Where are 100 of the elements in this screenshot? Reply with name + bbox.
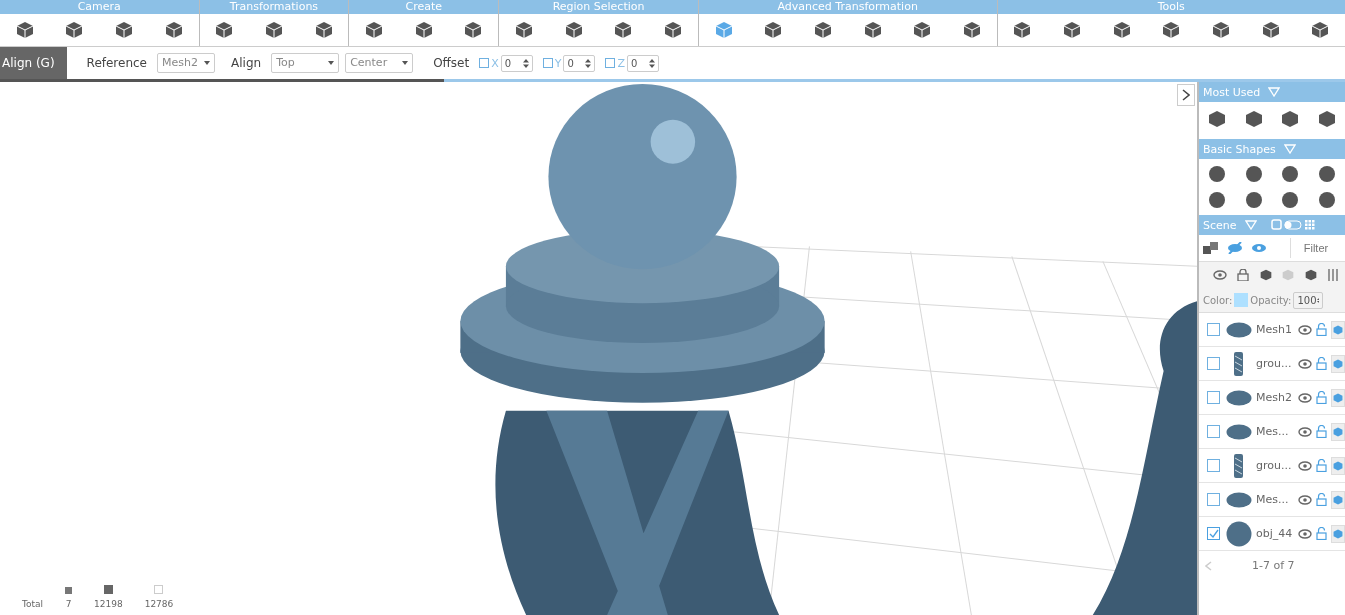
cube-icon[interactable] — [1304, 269, 1317, 281]
color-swatch[interactable] — [1234, 293, 1249, 307]
cube-icon — [1112, 21, 1131, 39]
cube-icon[interactable] — [1208, 110, 1227, 128]
shape-icon[interactable] — [1281, 191, 1300, 209]
toolbar-group-title: Region Selection — [499, 0, 698, 14]
cube-icon — [664, 21, 682, 39]
opacity-spinner[interactable]: 100 — [1293, 291, 1324, 309]
material-button[interactable] — [1331, 490, 1345, 509]
checkbox[interactable] — [1207, 459, 1220, 472]
cube-icon — [813, 21, 832, 39]
axis-label: Y — [554, 56, 562, 70]
eye-icon[interactable] — [1298, 494, 1312, 505]
offset-spinner[interactable]: 0 — [627, 54, 659, 72]
square-icon — [65, 587, 73, 594]
checkbox[interactable] — [542, 58, 553, 68]
material-button[interactable] — [1331, 456, 1345, 475]
cube-icon — [365, 21, 384, 39]
shape-icon[interactable] — [1317, 191, 1336, 209]
material-button[interactable] — [1331, 422, 1345, 441]
unlock-icon[interactable] — [1316, 425, 1327, 438]
checkbox[interactable] — [1207, 493, 1220, 506]
eye-icon[interactable] — [1298, 392, 1312, 403]
unlock-icon[interactable] — [1316, 323, 1327, 336]
cube-icon[interactable] — [1281, 110, 1300, 128]
object-name[interactable]: Mes... — [1256, 425, 1294, 438]
cube-icon — [15, 21, 34, 39]
material-button[interactable] — [1331, 388, 1345, 407]
cube-icon — [1162, 21, 1181, 39]
unlock-icon[interactable] — [1316, 493, 1327, 506]
cube-icon — [264, 21, 283, 39]
cube-icon — [115, 21, 134, 39]
align-dropdown[interactable]: Top — [271, 53, 340, 73]
shape-icon[interactable] — [1208, 165, 1227, 183]
unlock-icon[interactable] — [1316, 357, 1327, 370]
eye-icon[interactable] — [1298, 426, 1312, 437]
cube-icon[interactable] — [1244, 110, 1263, 128]
object-name[interactable]: Mes... — [1256, 493, 1294, 506]
shapes-icon[interactable] — [1203, 242, 1219, 254]
checkbox[interactable] — [1207, 527, 1220, 540]
color-label: Color: — [1203, 294, 1233, 306]
eye-icon[interactable] — [1298, 358, 1312, 369]
checkbox[interactable] — [1207, 323, 1220, 336]
pagination-text: 1-7 of 7 — [1252, 559, 1295, 572]
toolbar-group-title: Tools — [997, 0, 1345, 14]
material-button[interactable] — [1331, 524, 1345, 543]
cube-icon — [215, 21, 234, 39]
stat-value: 12786 — [144, 599, 174, 609]
reference-dropdown[interactable]: Mesh2 — [157, 53, 215, 73]
shape-icon[interactable] — [1244, 191, 1263, 209]
cube-icon — [314, 21, 333, 39]
object-name[interactable]: Mesh2 — [1256, 391, 1294, 404]
triangle-down-icon — [1244, 220, 1257, 230]
shape-icon[interactable] — [1317, 165, 1336, 183]
shape-icon[interactable] — [1281, 165, 1300, 183]
mode-tab[interactable]: Align (G) — [0, 47, 67, 79]
object-name[interactable]: grou... — [1256, 459, 1294, 472]
cube-icon[interactable] — [1317, 110, 1336, 128]
eye-icon[interactable] — [1251, 242, 1267, 254]
collapse-button[interactable] — [1177, 84, 1195, 106]
toolbar-group-title: Create — [349, 0, 499, 14]
offset-spinner[interactable]: 0 — [563, 54, 596, 72]
sliders-icon[interactable] — [1326, 269, 1339, 281]
cube-icon[interactable] — [1259, 269, 1272, 281]
lock-icon[interactable] — [1237, 269, 1250, 281]
toolbar-group-title: Transformations — [199, 0, 349, 14]
object-name[interactable]: obj_44 — [1256, 527, 1294, 540]
axis-label: X — [491, 56, 499, 70]
cube-icon — [564, 21, 583, 39]
material-button[interactable] — [1331, 354, 1345, 373]
hidden-icon[interactable] — [1227, 242, 1243, 254]
cube-icon — [962, 21, 981, 39]
shape-icon[interactable] — [1208, 191, 1227, 209]
shape-icon[interactable] — [1244, 165, 1263, 183]
offset-spinner[interactable]: 0 — [500, 54, 533, 72]
unlock-icon[interactable] — [1316, 527, 1327, 540]
align-dropdown[interactable]: Center — [345, 53, 414, 73]
toggle-icon[interactable] — [1270, 219, 1315, 231]
cube-icon — [464, 21, 483, 39]
offset-label: Offset — [433, 56, 470, 70]
checkbox[interactable] — [1207, 425, 1220, 438]
eye-icon[interactable] — [1298, 528, 1312, 539]
eye-icon[interactable] — [1298, 324, 1312, 335]
object-name[interactable]: Mesh1 — [1256, 323, 1294, 336]
unlock-icon[interactable] — [1316, 459, 1327, 472]
eye-icon[interactable] — [1298, 460, 1312, 471]
align-label: Align — [231, 56, 262, 70]
unlock-icon[interactable] — [1316, 391, 1327, 404]
cube-icon — [1311, 21, 1330, 39]
disc-thumbnail-icon — [1226, 423, 1252, 440]
checkbox[interactable] — [1207, 391, 1220, 404]
toolbar-group-title: Advanced Transformation — [698, 0, 997, 14]
checkbox[interactable] — [479, 58, 490, 68]
object-name[interactable]: grou... — [1256, 357, 1294, 370]
checkbox[interactable] — [605, 58, 616, 68]
square-icon — [103, 585, 113, 594]
checkbox[interactable] — [1207, 357, 1220, 370]
material-button[interactable] — [1331, 320, 1345, 339]
cube-icon — [714, 21, 733, 39]
eye-icon[interactable] — [1213, 270, 1227, 280]
